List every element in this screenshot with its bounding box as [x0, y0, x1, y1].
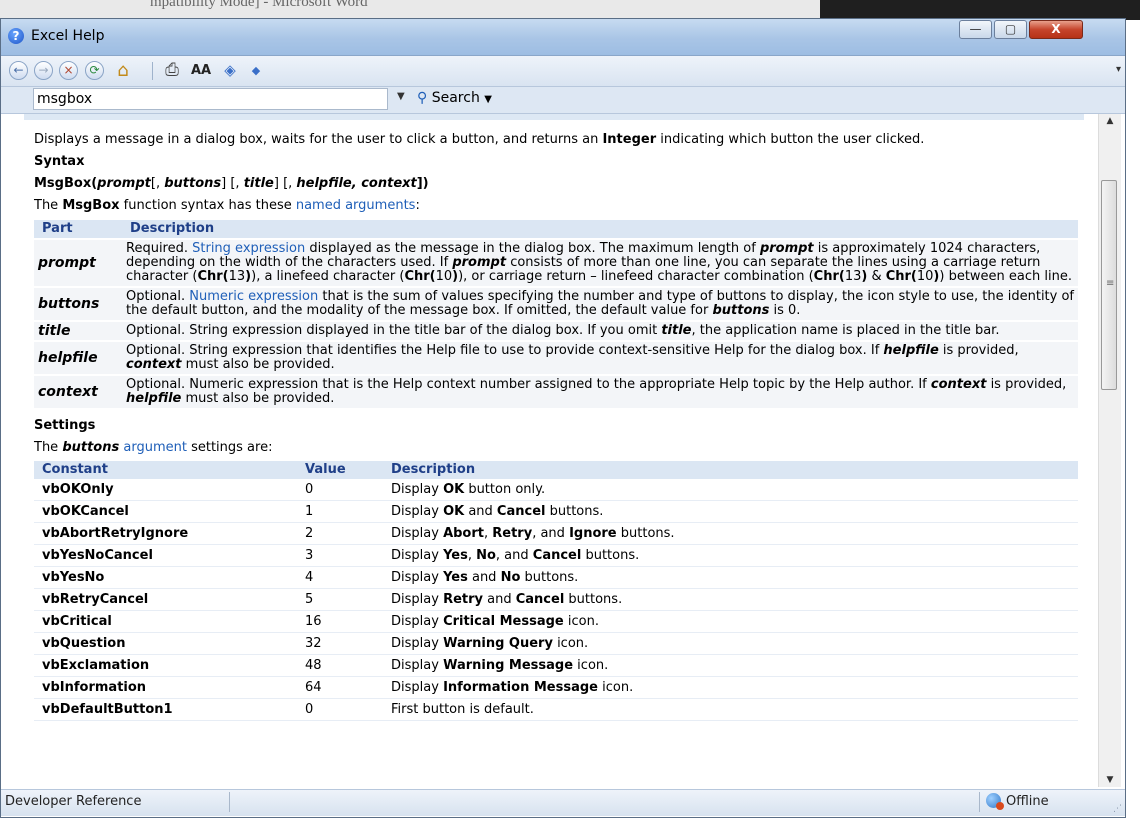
arguments-table: Part Description prompt Required. String… [34, 218, 1078, 410]
search-input[interactable]: msgbox [33, 88, 388, 110]
minimize-icon: — [969, 22, 982, 36]
print-icon[interactable]: ⎙ [162, 61, 182, 80]
search-bar: msgbox ▼ ⚲ Search ▼ [1, 87, 1125, 114]
background-window-title: mpatibility Mode] - Microsoft Word [150, 0, 368, 10]
status-bar: Developer Reference Offline ⋰ [1, 789, 1125, 816]
table-row: vbInformation 64 Display Information Messa… [34, 676, 1078, 699]
table-row: vbAbortRetryIgnore 2 Display Abort, Retry,… [34, 522, 1078, 545]
font-size-icon[interactable]: AA [188, 61, 214, 80]
table-row: vbExclamation 48 Display Warning Message i… [34, 654, 1078, 677]
excel-help-window: ? Excel Help — ▢ X ← → × ⟳ ⌂ ⎙ AA ◈ ◆ ▾ … [0, 18, 1126, 818]
resize-grip-icon[interactable]: ⋰ [1113, 804, 1122, 814]
maximize-icon: ▢ [1004, 22, 1017, 36]
stop-icon[interactable]: × [59, 61, 78, 80]
window-title: Excel Help [31, 28, 105, 44]
table-row: prompt Required. String expression displ… [34, 240, 1078, 286]
scroll-down-icon[interactable]: ▼ [1099, 775, 1121, 785]
settings-text: The buttons argument settings are: [34, 440, 273, 455]
settings-heading: Settings [34, 418, 96, 433]
offline-icon [986, 793, 1004, 810]
numeric-expression-link[interactable]: Numeric expression [189, 289, 318, 304]
connection-status[interactable]: Offline [979, 792, 1104, 812]
close-button[interactable]: X [1029, 20, 1083, 39]
search-options-icon[interactable]: ▼ [484, 94, 492, 105]
help-content: Displays a message in a dialog box, wait… [1, 114, 1097, 787]
status-developer-reference[interactable]: Developer Reference [5, 792, 230, 812]
refresh-icon[interactable]: ⟳ [85, 61, 104, 80]
home-icon[interactable]: ⌂ [113, 61, 133, 80]
search-button-label: Search [431, 90, 480, 106]
part-column-header: Part [34, 220, 122, 238]
constant-column-header: Constant [34, 461, 297, 479]
toolbar-separator [152, 62, 153, 80]
toolbar-overflow-icon[interactable]: ▾ [1116, 64, 1121, 75]
table-row: vbQuestion 32 Display Warning Query icon. [34, 632, 1078, 655]
scroll-up-icon[interactable]: ▲ [1099, 116, 1121, 126]
help-article: Displays a message in a dialog box, wait… [34, 132, 1086, 721]
vertical-scrollbar[interactable]: ▲ ≡ ▼ [1098, 114, 1121, 787]
table-row: vbDefaultButton1 0 First button is default… [34, 698, 1078, 721]
table-row: vbYesNo 4 Display Yes and No buttons. [34, 566, 1078, 589]
table-row: helpfile Optional. String expression tha… [34, 342, 1078, 374]
background-dark-area [820, 0, 1140, 20]
constants-header-row: Constant Value Description [34, 461, 1078, 479]
syntax-line: MsgBox(prompt[, buttons] [, title] [, he… [34, 176, 429, 191]
keep-on-top-icon[interactable]: ◆ [246, 61, 266, 80]
table-of-contents-icon[interactable]: ◈ [220, 61, 240, 80]
string-expression-link[interactable]: String expression [192, 241, 305, 256]
background-word-window: mpatibility Mode] - Microsoft Word [0, 0, 1140, 20]
search-icon: ⚲ [417, 90, 428, 106]
table-row: title Optional. String expression displa… [34, 322, 1078, 340]
argument-link[interactable]: argument [119, 440, 187, 455]
arguments-header-row: Part Description [34, 220, 1078, 238]
syntax-heading: Syntax [34, 154, 85, 169]
table-row: vbOKOnly 0 Display OK button only. [34, 479, 1078, 501]
constants-table: Constant Value Description vbOKOnly 0 Disp… [34, 461, 1078, 721]
help-icon: ? [8, 28, 24, 44]
table-row: context Optional. Numeric expression tha… [34, 376, 1078, 408]
help-toolbar: ← → × ⟳ ⌂ ⎙ AA ◈ ◆ ▾ [1, 56, 1125, 87]
search-button[interactable]: ⚲ Search ▼ [417, 90, 492, 106]
close-icon: X [1051, 22, 1061, 36]
table-row: vbYesNoCancel 3 Display Yes, No, and Cance… [34, 544, 1078, 567]
title-bar: ? Excel Help — ▢ X [1, 19, 1125, 56]
minimize-button[interactable]: — [959, 20, 992, 39]
intro-text: Displays a message in a dialog box, wait… [34, 132, 925, 147]
named-arguments-link[interactable]: named arguments [296, 198, 416, 213]
table-row: vbRetryCancel 5 Display Retry and Cancel b… [34, 588, 1078, 611]
header-band [24, 114, 1084, 120]
description-column-header: Description [122, 220, 1078, 238]
description-column-header: Description [383, 461, 1078, 479]
back-icon[interactable]: ← [9, 61, 28, 80]
search-scope-dropdown-icon[interactable]: ▼ [397, 91, 405, 102]
table-row: buttons Optional. Numeric expression tha… [34, 288, 1078, 320]
connection-status-label: Offline [1006, 794, 1049, 809]
named-arguments-text: The MsgBox function syntax has these nam… [34, 198, 420, 213]
scroll-thumb[interactable]: ≡ [1101, 180, 1117, 390]
table-row: vbOKCancel 1 Display OK and Cancel buttons… [34, 500, 1078, 523]
maximize-button[interactable]: ▢ [994, 20, 1027, 39]
forward-icon[interactable]: → [34, 61, 53, 80]
table-row: vbCritical 16 Display Critical Message ico… [34, 610, 1078, 633]
value-column-header: Value [297, 461, 383, 479]
grip-icon: ≡ [1106, 278, 1115, 289]
